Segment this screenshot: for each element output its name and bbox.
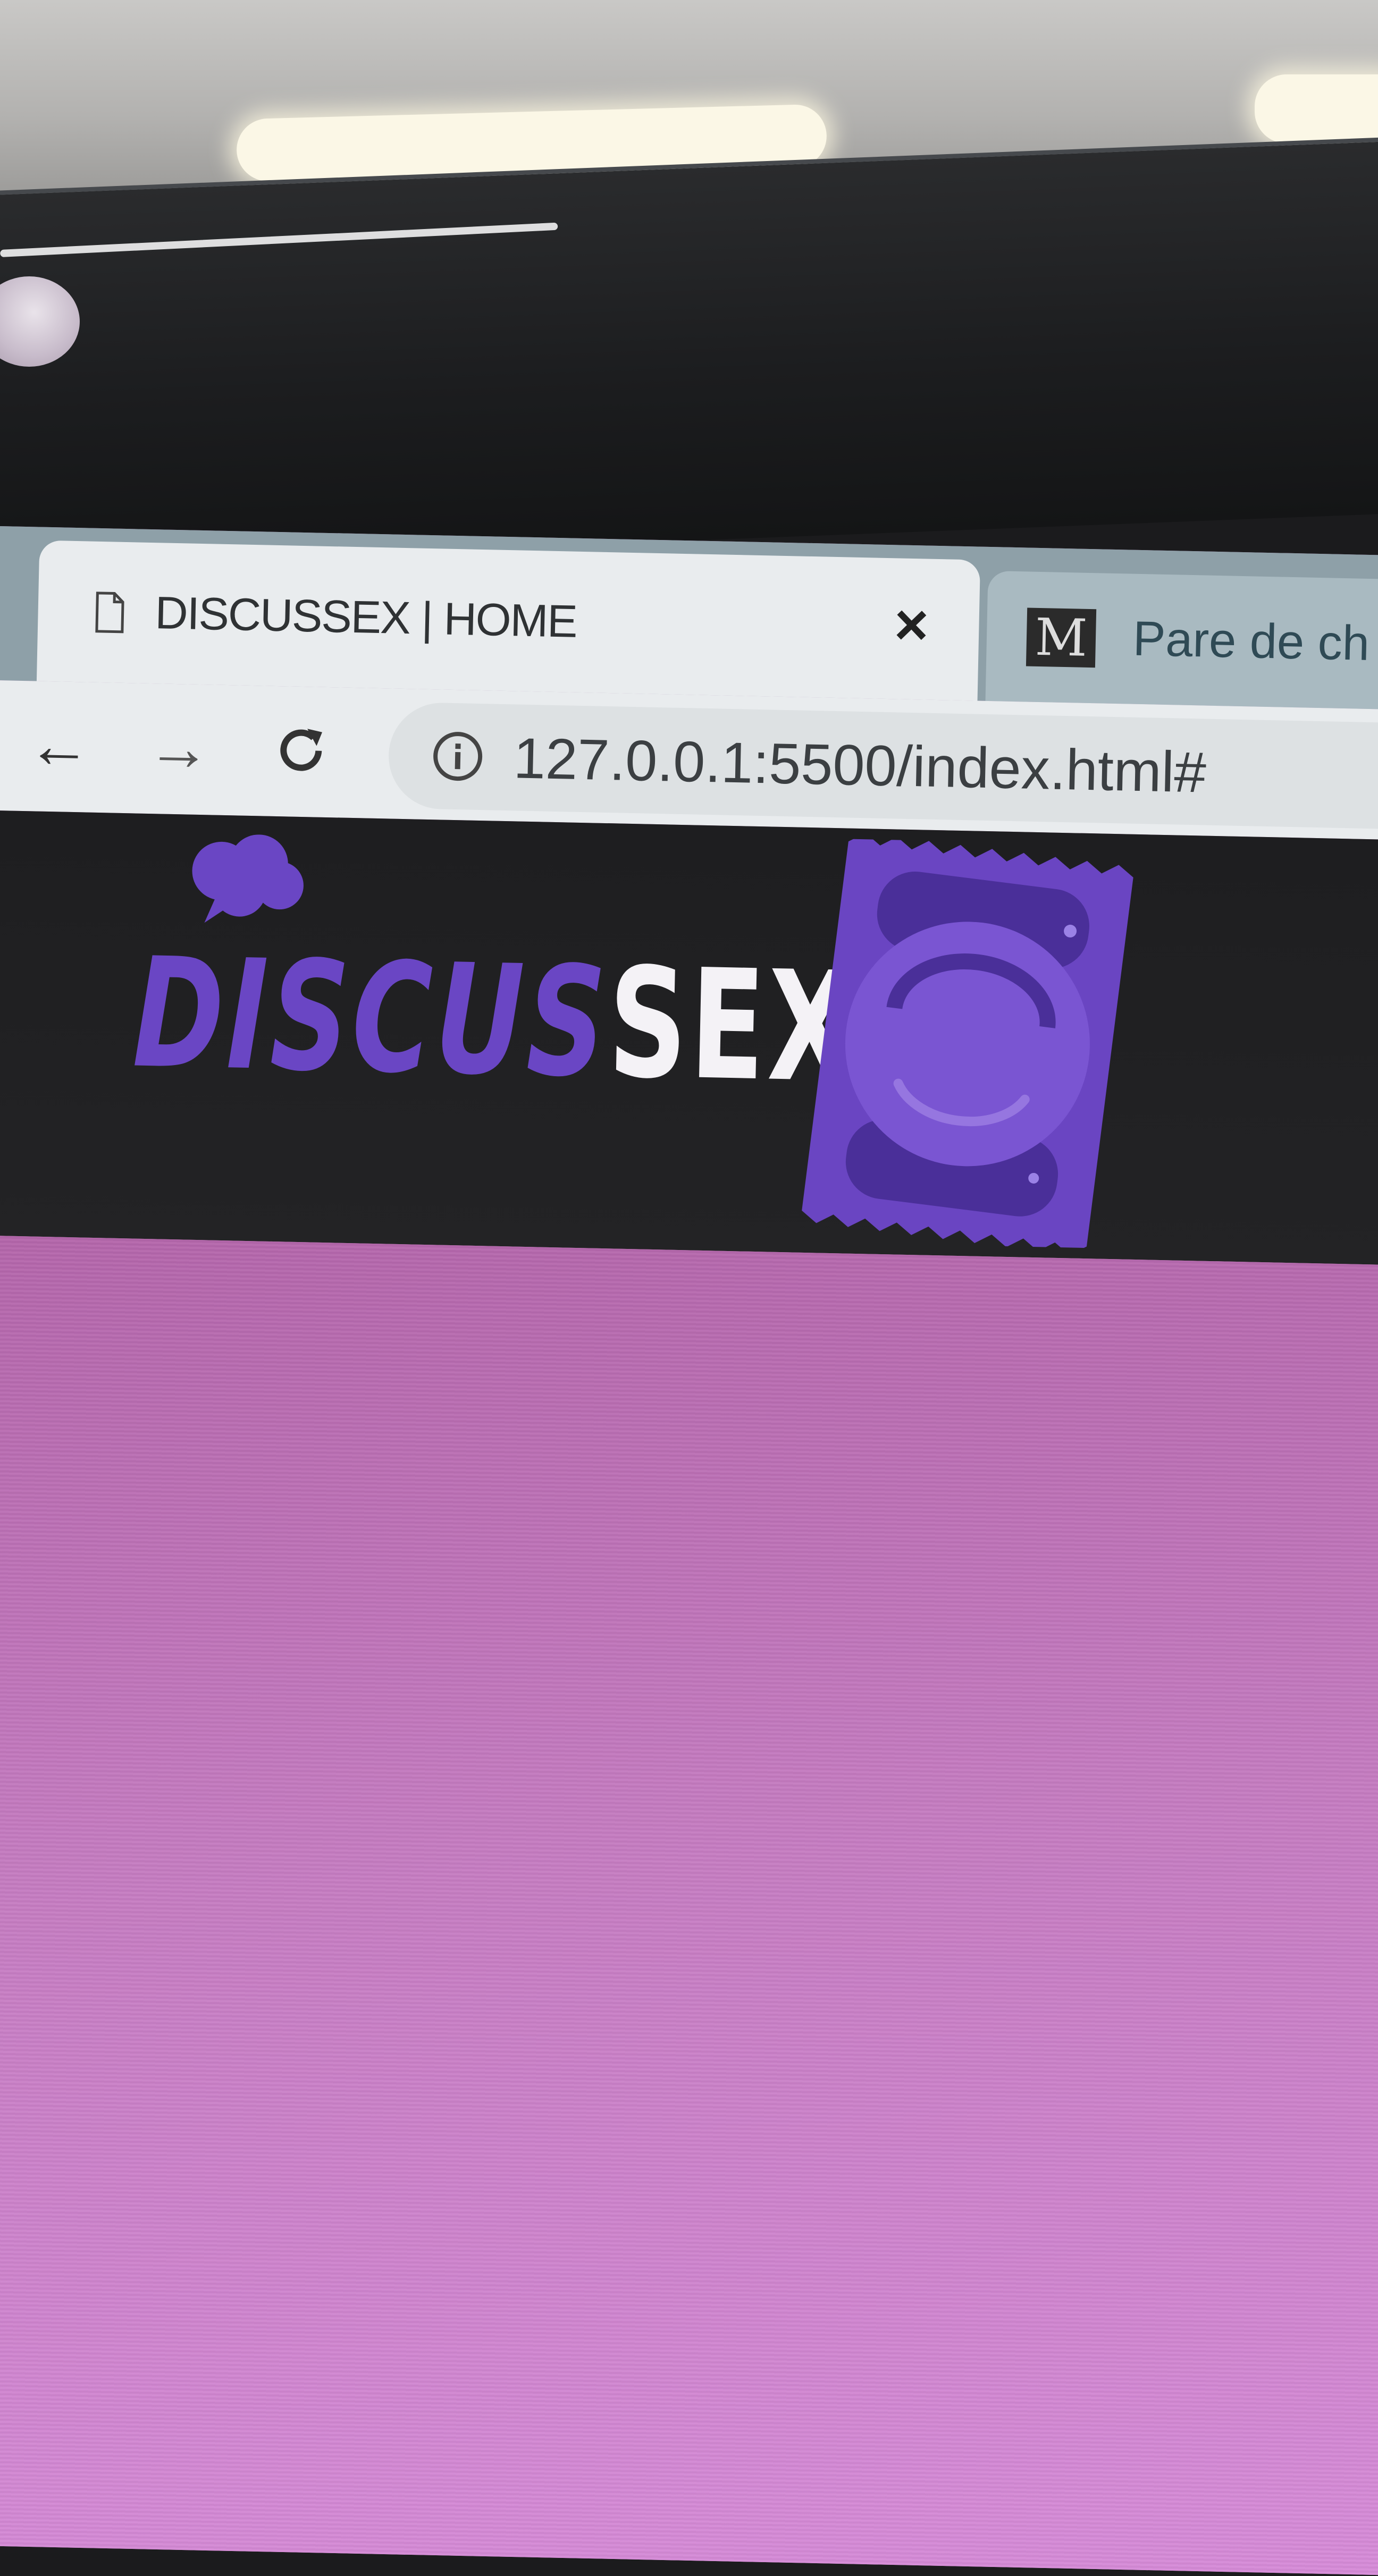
tab-title: DISCUSSEX | HOME bbox=[154, 587, 577, 647]
logo-text-purple: DISCUS bbox=[131, 925, 611, 1112]
reload-icon bbox=[280, 729, 323, 771]
site-logo[interactable]: DISCUSSEX bbox=[131, 925, 856, 1116]
monitor-bezel bbox=[0, 136, 1378, 568]
tab-discussex-home[interactable]: DISCUSSEX | HOME × bbox=[36, 540, 981, 701]
tab-favicon: M bbox=[1026, 607, 1097, 668]
address-bar[interactable]: 127.0.0.1:5500/index.html# bbox=[388, 702, 1378, 831]
site-header: DISCUSSEX bbox=[0, 810, 1378, 1266]
tab-strip: DISCUSSEX | HOME × M Pare de ch bbox=[0, 526, 1378, 711]
page-body bbox=[0, 1235, 1378, 2575]
arrow-right-icon: → bbox=[146, 711, 212, 784]
condom-wrapper-icon bbox=[802, 837, 1133, 1249]
arrow-left-icon: ← bbox=[26, 709, 92, 782]
reload-button[interactable] bbox=[261, 710, 342, 791]
tab-inactive[interactable]: M Pare de ch bbox=[985, 570, 1378, 711]
info-icon[interactable] bbox=[431, 729, 485, 783]
speech-cloud-icon bbox=[192, 834, 304, 923]
screen-moire bbox=[0, 1235, 1378, 2575]
tab-title: Pare de ch bbox=[1132, 611, 1370, 671]
document-icon bbox=[95, 591, 124, 633]
ceiling-light bbox=[1255, 74, 1378, 143]
close-icon[interactable]: × bbox=[894, 592, 929, 657]
back-button[interactable]: ← bbox=[19, 705, 100, 786]
url-text: 127.0.0.1:5500/index.html# bbox=[512, 725, 1207, 805]
browser-window: DISCUSSEX | HOME × M Pare de ch ← → 127.… bbox=[0, 526, 1378, 2575]
forward-button[interactable]: → bbox=[138, 707, 220, 789]
